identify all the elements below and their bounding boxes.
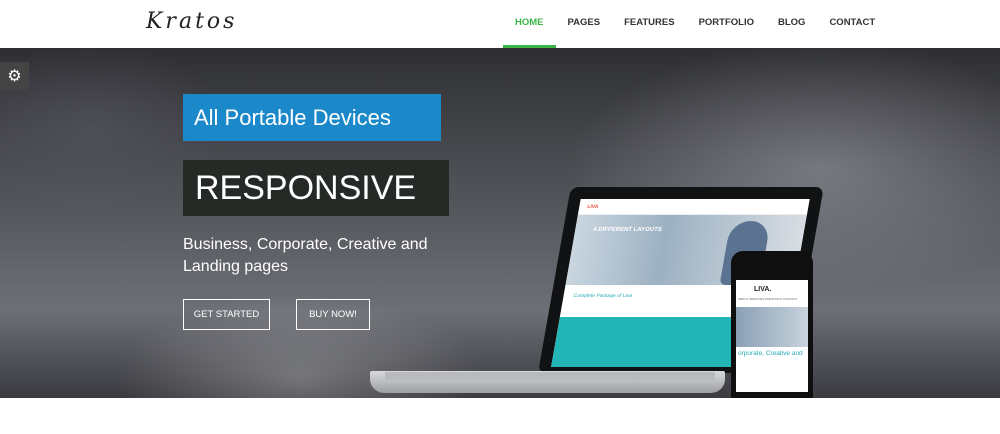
- phone-screen: LIVA. ABOUT SERVICES PORTFOLIO CONTACT o…: [736, 280, 808, 392]
- phone-screen-nav: ABOUT SERVICES PORTFOLIO CONTACT: [738, 297, 798, 301]
- nav-features[interactable]: FEATURES: [612, 0, 687, 48]
- laptop-screen-brand: LIVA: [577, 199, 810, 215]
- settings-toggle[interactable]: ⚙: [0, 62, 29, 90]
- hero-banner: ⚙ All Portable Devices RESPONSIVE Busine…: [0, 48, 1000, 398]
- hero-title: RESPONSIVE: [183, 160, 449, 216]
- nav-pages[interactable]: PAGES: [556, 0, 613, 48]
- main-nav: HOME PAGES FEATURES PORTFOLIO BLOG CONTA…: [503, 0, 887, 48]
- phone-screen-image: [736, 307, 808, 347]
- gear-icon: ⚙: [7, 68, 22, 85]
- nav-portfolio[interactable]: PORTFOLIO: [687, 0, 766, 48]
- phone-screen-brand: LIVA.: [754, 286, 772, 293]
- nav-blog[interactable]: BLOG: [766, 0, 817, 48]
- site-header: Kratos HOME PAGES FEATURES PORTFOLIO BLO…: [0, 0, 1000, 48]
- phone-mockup: LIVA. ABOUT SERVICES PORTFOLIO CONTACT o…: [731, 251, 813, 398]
- nav-home[interactable]: HOME: [503, 0, 556, 48]
- nav-contact[interactable]: CONTACT: [817, 0, 887, 48]
- hero-tag-blue: All Portable Devices: [183, 94, 441, 141]
- laptop-screen-heading: 4 DIFFERENT LAYOUTS: [592, 227, 663, 233]
- hero-subline: Business, Corporate, Creative and Landin…: [183, 236, 428, 275]
- phone-screen-text: orporate, Creative and: [738, 350, 803, 357]
- get-started-button[interactable]: GET STARTED: [183, 299, 270, 330]
- buy-now-button[interactable]: BUY NOW!: [296, 299, 370, 330]
- site-logo[interactable]: Kratos: [146, 9, 237, 34]
- laptop-keyboard: [385, 372, 715, 380]
